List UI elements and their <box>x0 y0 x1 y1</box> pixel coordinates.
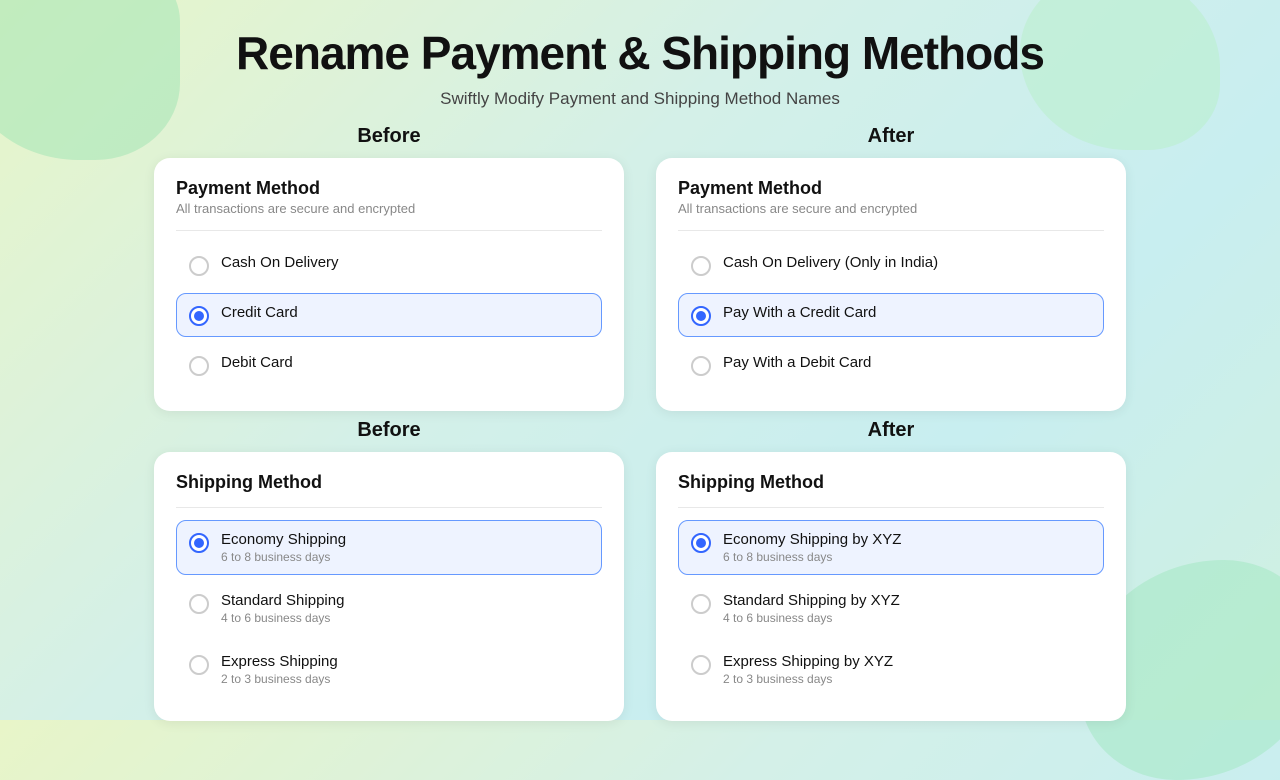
radio-button[interactable] <box>189 306 209 326</box>
radio-button[interactable] <box>189 356 209 376</box>
option-row[interactable]: Cash On Delivery <box>176 243 602 287</box>
option-row[interactable]: Express Shipping 2 to 3 business days <box>176 642 602 697</box>
radio-inner <box>194 538 204 548</box>
shipping-after-card: Shipping Method Economy Shipping by XYZ 6… <box>656 452 1126 721</box>
option-name: Cash On Delivery <box>221 254 339 271</box>
radio-button[interactable] <box>691 594 711 614</box>
option-row[interactable]: Express Shipping by XYZ 2 to 3 business d… <box>678 642 1104 697</box>
option-text: Credit Card <box>221 304 298 321</box>
option-name: Economy Shipping <box>221 531 346 548</box>
option-text: Express Shipping 2 to 3 business days <box>221 653 338 686</box>
option-name: Standard Shipping <box>221 592 344 609</box>
radio-button[interactable] <box>189 256 209 276</box>
radio-button[interactable] <box>691 306 711 326</box>
payment-before-title: Payment Method <box>176 178 602 199</box>
option-text: Economy Shipping by XYZ 6 to 8 business d… <box>723 531 901 564</box>
option-text: Cash On Delivery <box>221 254 339 271</box>
shipping-before-label: Before <box>357 419 420 442</box>
shipping-before-options: Economy Shipping 6 to 8 business days Stan… <box>176 520 602 697</box>
option-row[interactable]: Economy Shipping by XYZ 6 to 8 business d… <box>678 520 1104 575</box>
option-name: Debit Card <box>221 354 293 371</box>
radio-button[interactable] <box>691 533 711 553</box>
payment-before-divider <box>176 230 602 231</box>
page-content: Rename Payment & Shipping Methods Swiftl… <box>0 0 1280 729</box>
radio-button[interactable] <box>691 356 711 376</box>
option-text: Economy Shipping 6 to 8 business days <box>221 531 346 564</box>
option-name: Express Shipping <box>221 653 338 670</box>
option-row[interactable]: Standard Shipping 4 to 6 business days <box>176 581 602 636</box>
option-text: Standard Shipping by XYZ 4 to 6 business … <box>723 592 900 625</box>
shipping-after-column: After Shipping Method Economy Shipping b… <box>656 419 1126 721</box>
payment-before-card: Payment Method All transactions are secu… <box>154 158 624 411</box>
payment-before-options: Cash On Delivery Credit Card Debit Card <box>176 243 602 387</box>
option-sub: 4 to 6 business days <box>221 611 344 625</box>
option-row[interactable]: Debit Card <box>176 343 602 387</box>
payment-after-label: After <box>868 125 915 148</box>
shipping-before-card: Shipping Method Economy Shipping 6 to 8 b… <box>154 452 624 721</box>
payment-row: Before Payment Method All transactions a… <box>60 125 1220 411</box>
radio-inner <box>696 538 706 548</box>
shipping-after-title: Shipping Method <box>678 472 1104 493</box>
radio-button[interactable] <box>691 256 711 276</box>
shipping-after-divider <box>678 507 1104 508</box>
option-row[interactable]: Credit Card <box>176 293 602 337</box>
option-row[interactable]: Economy Shipping 6 to 8 business days <box>176 520 602 575</box>
shipping-after-label: After <box>868 419 915 442</box>
radio-button[interactable] <box>189 655 209 675</box>
radio-inner <box>194 311 204 321</box>
radio-button[interactable] <box>691 655 711 675</box>
page-title: Rename Payment & Shipping Methods <box>236 28 1044 79</box>
payment-after-divider <box>678 230 1104 231</box>
option-text: Standard Shipping 4 to 6 business days <box>221 592 344 625</box>
option-sub: 6 to 8 business days <box>221 550 346 564</box>
option-name: Express Shipping by XYZ <box>723 653 893 670</box>
option-sub: 2 to 3 business days <box>723 672 893 686</box>
page-subtitle: Swiftly Modify Payment and Shipping Meth… <box>440 89 840 109</box>
option-name: Pay With a Credit Card <box>723 304 876 321</box>
option-row[interactable]: Cash On Delivery (Only in India) <box>678 243 1104 287</box>
option-name: Credit Card <box>221 304 298 321</box>
option-text: Pay With a Credit Card <box>723 304 876 321</box>
radio-button[interactable] <box>189 594 209 614</box>
option-name: Standard Shipping by XYZ <box>723 592 900 609</box>
payment-before-column: Before Payment Method All transactions a… <box>154 125 624 411</box>
shipping-row: Before Shipping Method Economy Shipping 6… <box>60 419 1220 721</box>
radio-inner <box>696 311 706 321</box>
payment-before-label: Before <box>357 125 420 148</box>
option-sub: 2 to 3 business days <box>221 672 338 686</box>
option-sub: 4 to 6 business days <box>723 611 900 625</box>
payment-after-title: Payment Method <box>678 178 1104 199</box>
option-row[interactable]: Pay With a Debit Card <box>678 343 1104 387</box>
option-row[interactable]: Standard Shipping by XYZ 4 to 6 business … <box>678 581 1104 636</box>
payment-after-card: Payment Method All transactions are secu… <box>656 158 1126 411</box>
shipping-after-options: Economy Shipping by XYZ 6 to 8 business d… <box>678 520 1104 697</box>
option-sub: 6 to 8 business days <box>723 550 901 564</box>
option-text: Cash On Delivery (Only in India) <box>723 254 938 271</box>
option-name: Economy Shipping by XYZ <box>723 531 901 548</box>
option-row[interactable]: Pay With a Credit Card <box>678 293 1104 337</box>
payment-after-column: After Payment Method All transactions ar… <box>656 125 1126 411</box>
option-text: Pay With a Debit Card <box>723 354 871 371</box>
option-name: Pay With a Debit Card <box>723 354 871 371</box>
payment-after-subtitle: All transactions are secure and encrypte… <box>678 201 1104 216</box>
grids-wrapper: Before Payment Method All transactions a… <box>0 125 1280 729</box>
option-text: Debit Card <box>221 354 293 371</box>
payment-before-subtitle: All transactions are secure and encrypte… <box>176 201 602 216</box>
shipping-before-column: Before Shipping Method Economy Shipping 6… <box>154 419 624 721</box>
option-name: Cash On Delivery (Only in India) <box>723 254 938 271</box>
option-text: Express Shipping by XYZ 2 to 3 business d… <box>723 653 893 686</box>
payment-after-options: Cash On Delivery (Only in India) Pay With… <box>678 243 1104 387</box>
shipping-before-divider <box>176 507 602 508</box>
radio-button[interactable] <box>189 533 209 553</box>
shipping-before-title: Shipping Method <box>176 472 602 493</box>
